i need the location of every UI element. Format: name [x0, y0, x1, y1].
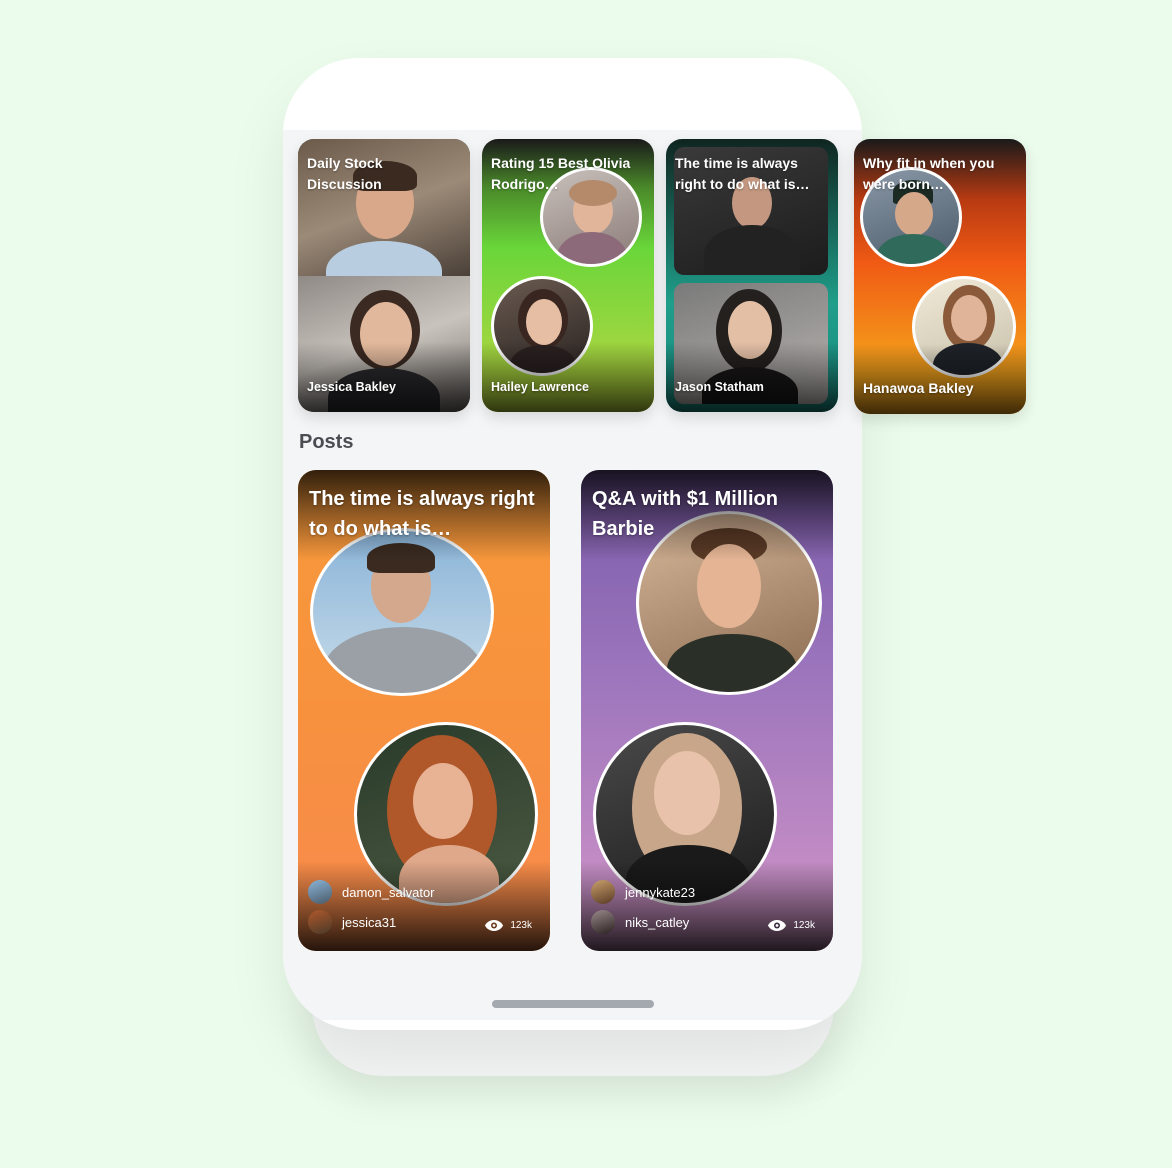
username: jessica31: [342, 914, 397, 930]
post-user[interactable]: jennykate23: [591, 880, 695, 904]
avatar: [308, 880, 332, 904]
avatar: [591, 910, 615, 934]
avatar: [308, 910, 332, 934]
story-author: Hailey Lawrence: [491, 380, 589, 394]
story-card[interactable]: The time is always right to do what is… …: [666, 139, 838, 412]
view-count: 123k: [484, 919, 532, 932]
story-title: Daily Stock Discussion: [307, 155, 383, 192]
story-author: Hanawoa Bakley: [863, 380, 974, 396]
story-card[interactable]: Rating 15 Best Olivia Rodrigo… Hailey La…: [482, 139, 654, 412]
post-card[interactable]: Q&A with $1 Million Barbie jennykate23 n…: [581, 470, 833, 951]
username: damon_salvator: [342, 884, 435, 900]
story-card[interactable]: Daily Stock Discussion Jessica Bakley: [298, 139, 470, 412]
view-count: 123k: [767, 919, 815, 932]
post-user[interactable]: niks_catley: [591, 910, 689, 934]
story-author: Jason Statham: [675, 380, 764, 394]
post-user[interactable]: damon_salvator: [308, 880, 435, 904]
avatar: [591, 880, 615, 904]
post-user[interactable]: jessica31: [308, 910, 396, 934]
story-title: Why fit in when you were born…: [863, 155, 995, 192]
post-card[interactable]: The time is always right to do what is… …: [298, 470, 550, 951]
post-title: Q&A with $1 Million Barbie: [592, 488, 778, 540]
section-title: Posts: [299, 431, 354, 453]
story-title: Rating 15 Best Olivia Rodrigo…: [491, 155, 631, 192]
story-author: Jessica Bakley: [307, 380, 396, 394]
view-count-value: 123k: [510, 920, 532, 931]
eye-icon: [768, 920, 787, 931]
username: niks_catley: [625, 914, 690, 930]
eye-icon: [485, 920, 504, 931]
home-indicator[interactable]: [492, 1000, 654, 1008]
story-title: The time is always right to do what is…: [675, 155, 810, 192]
story-card[interactable]: Why fit in when you were born… Hanawoa B…: [854, 139, 1026, 414]
view-count-value: 123k: [793, 920, 815, 931]
post-title: The time is always right to do what is…: [309, 488, 535, 540]
username: jennykate23: [625, 884, 696, 900]
